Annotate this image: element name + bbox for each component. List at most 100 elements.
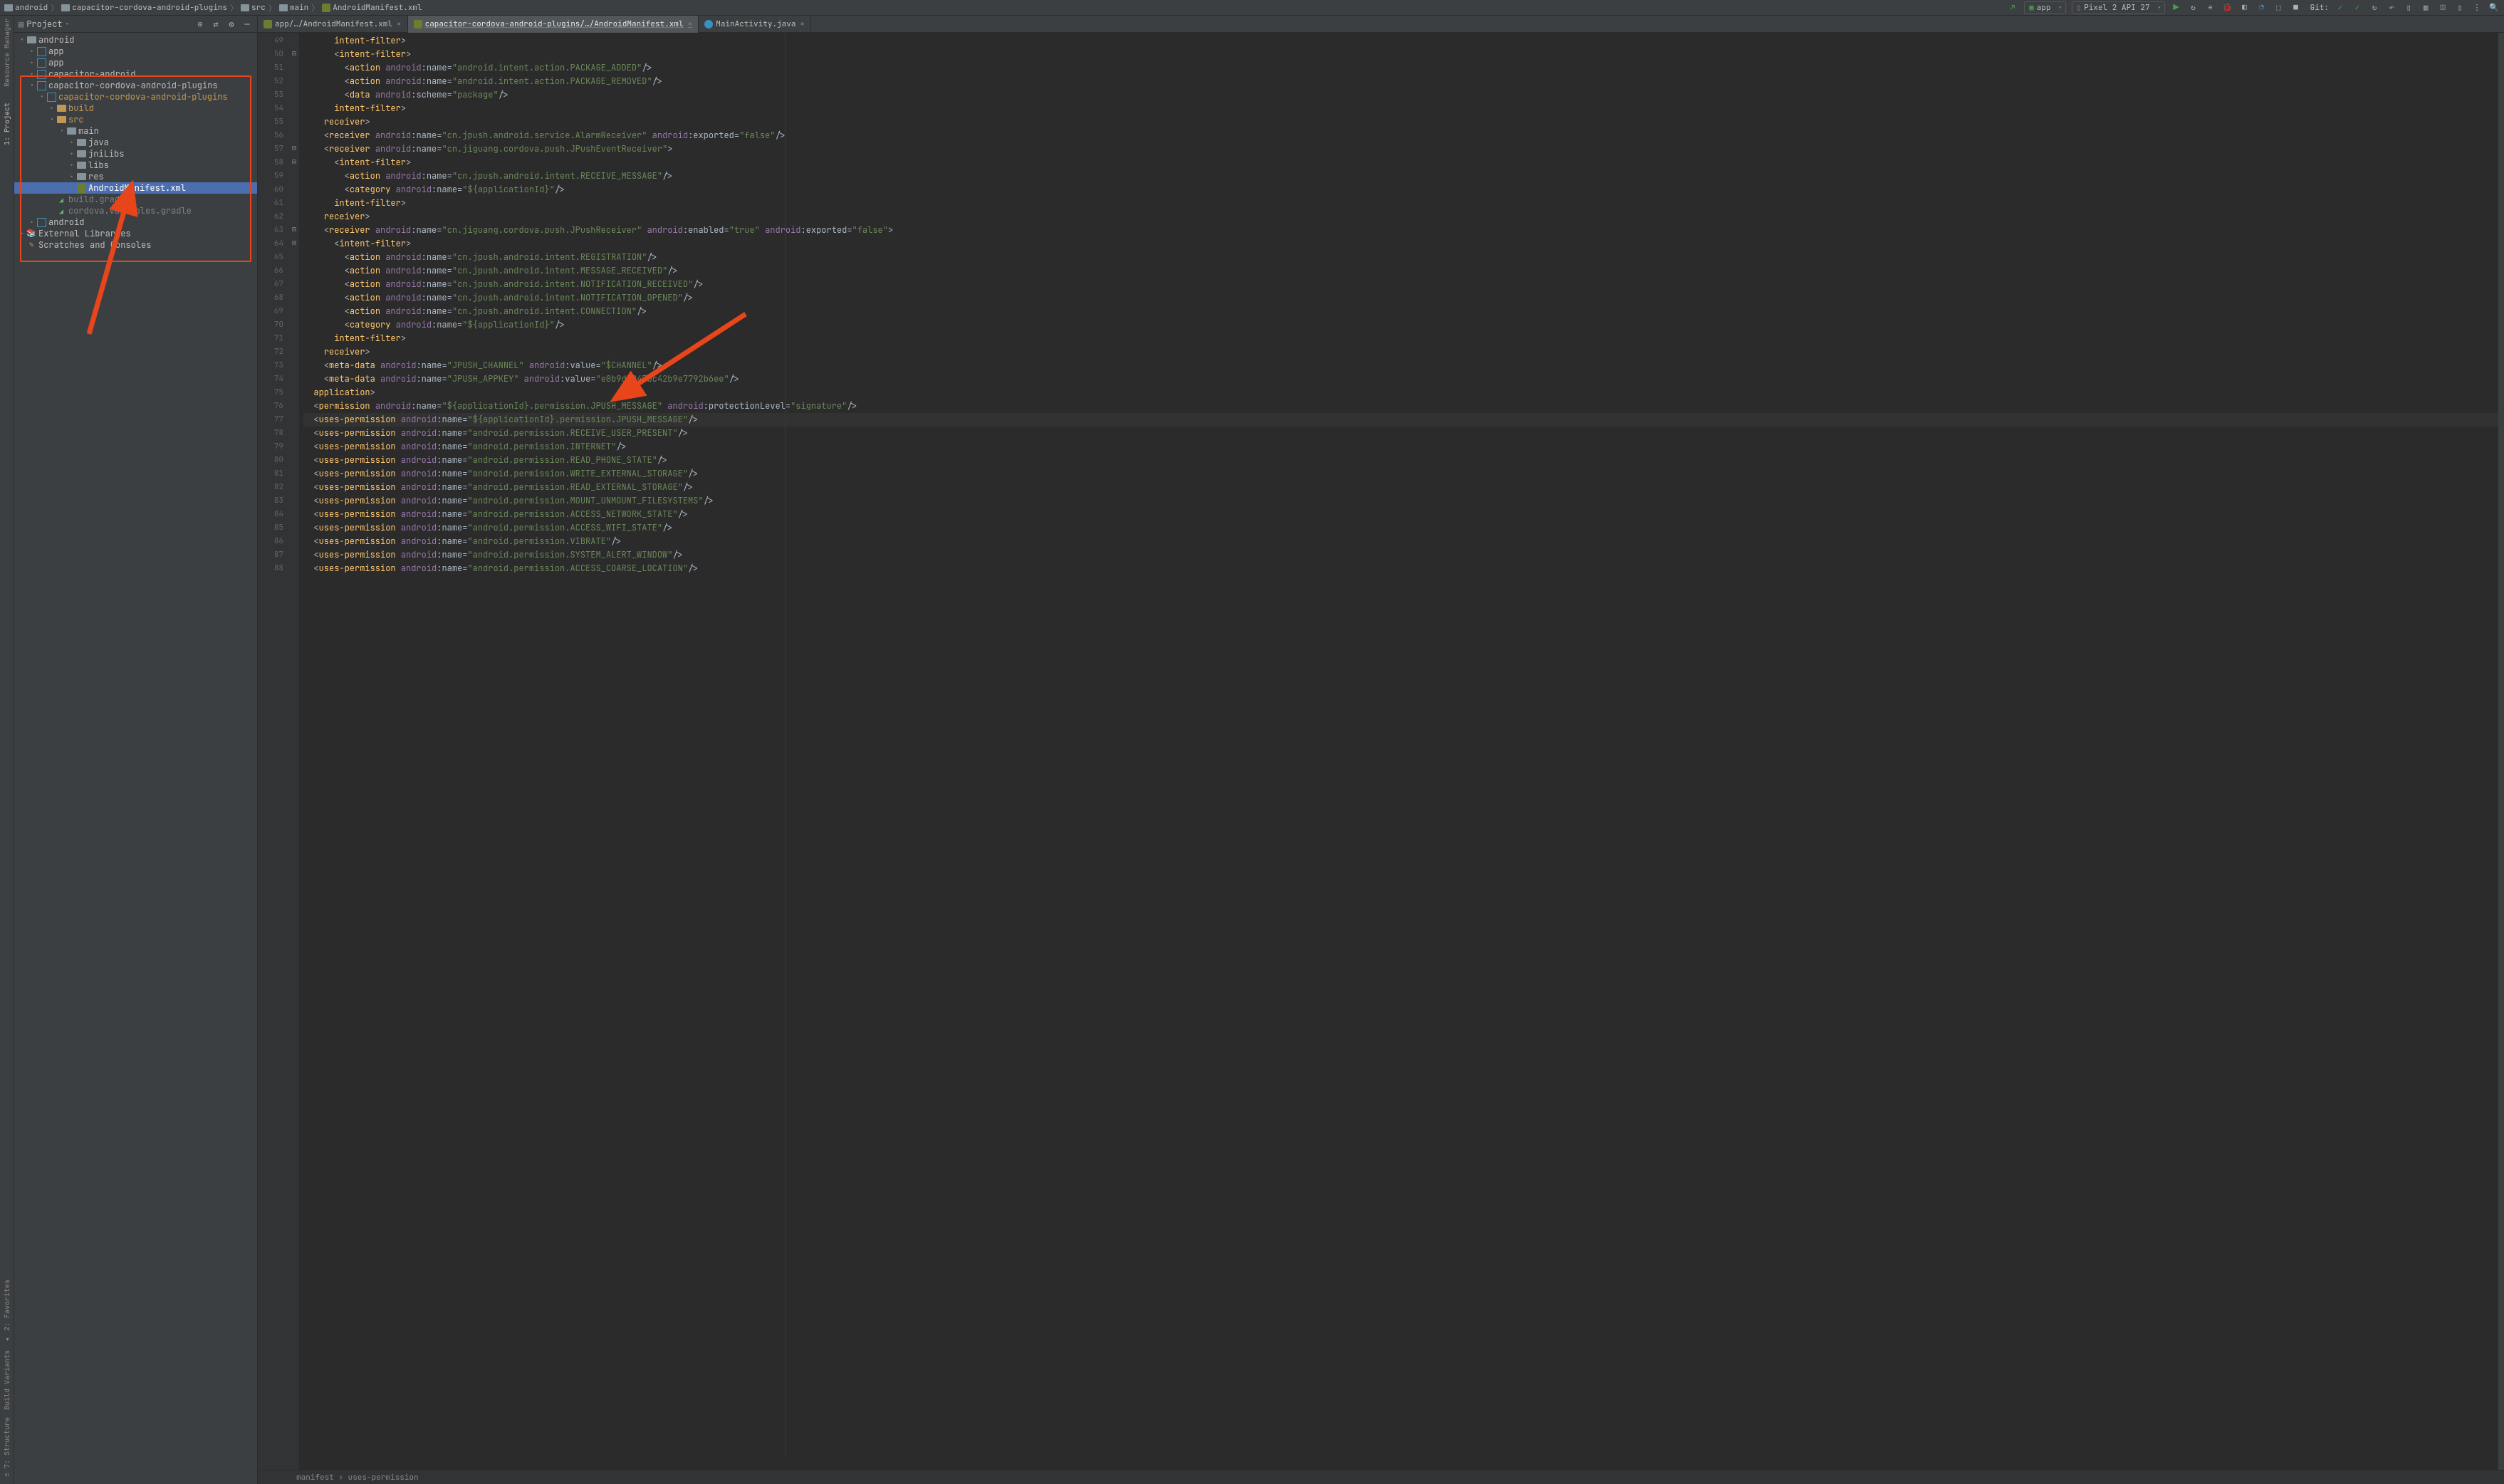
code-line[interactable]: <action android:name="cn.jpush.android.i… bbox=[303, 251, 2504, 264]
breadcrumb-segment[interactable]: capacitor-cordova-android-plugins bbox=[61, 3, 227, 13]
code-line[interactable]: <uses-permission android:name="android.p… bbox=[303, 467, 2504, 481]
sync-icon[interactable]: ↗ bbox=[2007, 2, 2018, 14]
breadcrumb-segment[interactable]: main bbox=[279, 3, 308, 13]
line-number[interactable]: 79 bbox=[258, 440, 283, 454]
run-icon[interactable]: ▶ bbox=[2171, 2, 2182, 14]
code-line[interactable]: <intent-filter> bbox=[303, 48, 2504, 61]
code-line[interactable]: receiver> bbox=[303, 115, 2504, 129]
line-number[interactable]: 71 bbox=[258, 332, 283, 345]
code-line[interactable]: <action android:name="cn.jpush.android.i… bbox=[303, 169, 2504, 183]
breadcrumb-bottom[interactable]: manifest › uses-permission bbox=[258, 1470, 2504, 1484]
code-line[interactable]: <uses-permission android:name="android.p… bbox=[303, 494, 2504, 508]
line-number[interactable]: 66 bbox=[258, 264, 283, 278]
device-select[interactable]: ▯ Pixel 2 API 27 bbox=[2072, 1, 2165, 14]
profile-icon[interactable]: ◔ bbox=[2256, 2, 2268, 14]
search-icon[interactable]: 🔍 bbox=[2488, 2, 2500, 14]
line-number[interactable]: 60 bbox=[258, 183, 283, 197]
more-icon[interactable]: ⋮ bbox=[2471, 2, 2483, 14]
tree-item[interactable]: ▸android bbox=[14, 216, 257, 228]
tree-item[interactable]: cordova.variables.gradle bbox=[14, 205, 257, 216]
line-number[interactable]: 74 bbox=[258, 372, 283, 386]
tree-item[interactable]: ▸capacitor-android bbox=[14, 68, 257, 80]
line-number[interactable]: 55 bbox=[258, 115, 283, 129]
line-number[interactable]: 78 bbox=[258, 427, 283, 440]
tree-expand-icon[interactable]: ▸ bbox=[68, 161, 75, 169]
line-number[interactable]: 84 bbox=[258, 508, 283, 521]
code-line[interactable]: <uses-permission android:name="android.p… bbox=[303, 427, 2504, 440]
tree-item[interactable]: ▸build bbox=[14, 103, 257, 114]
avd-icon[interactable]: ▯ bbox=[2403, 2, 2414, 14]
tree-item[interactable]: ▾capacitor-cordova-android-plugins bbox=[14, 80, 257, 91]
code-line[interactable]: <data android:scheme="package"/> bbox=[303, 88, 2504, 102]
code-line[interactable]: <intent-filter> bbox=[303, 156, 2504, 169]
line-number[interactable]: 51 bbox=[258, 61, 283, 75]
editor-body[interactable]: 4950515253545556575859606162636465666768… bbox=[258, 33, 2504, 1470]
tree-expand-icon[interactable]: ▾ bbox=[38, 93, 46, 101]
tree-item[interactable]: ▸External Libraries bbox=[14, 228, 257, 239]
tree-expand-icon[interactable]: ▸ bbox=[28, 47, 36, 56]
tree-item[interactable]: ▾main bbox=[14, 125, 257, 137]
line-number[interactable]: 50 bbox=[258, 48, 283, 61]
stop-icon[interactable]: ■ bbox=[2290, 2, 2302, 14]
code-line[interactable]: <action android:name="cn.jpush.android.i… bbox=[303, 291, 2504, 305]
debug-icon[interactable]: 🐞 bbox=[2222, 2, 2233, 14]
tree-expand-icon[interactable]: ▾ bbox=[48, 115, 56, 124]
line-number[interactable]: 72 bbox=[258, 345, 283, 359]
line-number[interactable]: 63 bbox=[258, 224, 283, 237]
tree-expand-icon[interactable]: ▸ bbox=[68, 138, 75, 147]
tree-item[interactable]: AndroidManifest.xml bbox=[14, 182, 257, 194]
line-number[interactable]: 57 bbox=[258, 142, 283, 156]
git-history-icon[interactable]: ↻ bbox=[2369, 2, 2380, 14]
editor-tab[interactable]: MainActivity.java× bbox=[699, 16, 811, 33]
code-line[interactable]: <uses-permission android:name="android.p… bbox=[303, 454, 2504, 467]
line-number[interactable]: 88 bbox=[258, 562, 283, 575]
tree-expand-icon[interactable]: ▸ bbox=[19, 229, 26, 238]
tree-expand-icon[interactable]: ▸ bbox=[48, 104, 56, 113]
close-icon[interactable]: × bbox=[800, 19, 805, 29]
editor-tab[interactable]: capacitor-cordova-android-plugins/…/Andr… bbox=[408, 16, 699, 33]
tree-item[interactable]: ▸app bbox=[14, 46, 257, 57]
line-number[interactable]: 53 bbox=[258, 88, 283, 102]
editor-tab[interactable]: app/…/AndroidManifest.xml× bbox=[258, 16, 408, 33]
gear-icon[interactable]: ⚙ bbox=[226, 19, 237, 30]
tree-item[interactable]: ▾android bbox=[14, 34, 257, 46]
code-line[interactable]: <uses-permission android:name="android.p… bbox=[303, 440, 2504, 454]
fold-toggle[interactable]: ⊟ bbox=[289, 141, 299, 155]
code-line[interactable]: <uses-permission android:name="android.p… bbox=[303, 481, 2504, 494]
code-line[interactable]: <category android:name="${applicationId}… bbox=[303, 318, 2504, 332]
code-line[interactable]: <intent-filter> bbox=[303, 237, 2504, 251]
code-line[interactable]: application> bbox=[303, 386, 2504, 399]
fold-toggle[interactable]: ⊟ bbox=[289, 46, 299, 60]
line-number[interactable]: 86 bbox=[258, 535, 283, 548]
tree-item[interactable]: build.gradle bbox=[14, 194, 257, 205]
sdk-icon[interactable]: ▥ bbox=[2420, 2, 2431, 14]
code-line[interactable]: receiver> bbox=[303, 210, 2504, 224]
locate-icon[interactable]: ⊙ bbox=[194, 19, 206, 30]
code-line[interactable]: intent-filter> bbox=[303, 34, 2504, 48]
code-content[interactable]: intent-filter> <intent-filter> <action a… bbox=[299, 33, 2504, 1470]
fold-toggle[interactable]: ⊟ bbox=[289, 236, 299, 249]
scrollbar[interactable] bbox=[2498, 33, 2504, 1470]
strip-favorites[interactable]: ★ 2: Favorites bbox=[2, 1280, 11, 1343]
strip-structure[interactable]: ≡ 7: Structure bbox=[2, 1417, 11, 1477]
apply-code-icon[interactable]: ≡ bbox=[2205, 2, 2216, 14]
line-number[interactable]: 69 bbox=[258, 305, 283, 318]
code-line[interactable]: intent-filter> bbox=[303, 197, 2504, 210]
git-commit-icon[interactable]: ✓ bbox=[2352, 2, 2363, 14]
code-line[interactable]: <uses-permission android:name="android.p… bbox=[303, 562, 2504, 575]
tree-expand-icon[interactable]: ▾ bbox=[19, 36, 26, 44]
tree-expand-icon[interactable]: ▸ bbox=[28, 70, 36, 78]
tree-item[interactable]: ▸res bbox=[14, 171, 257, 182]
line-number[interactable]: 77 bbox=[258, 413, 283, 427]
code-line[interactable]: <action android:name="android.intent.act… bbox=[303, 75, 2504, 88]
line-number[interactable]: 87 bbox=[258, 548, 283, 562]
tree-item[interactable]: Scratches and Consoles bbox=[14, 239, 257, 251]
project-tree[interactable]: ▾android▸app▸app▸capacitor-android▾capac… bbox=[14, 33, 257, 1484]
line-number[interactable]: 80 bbox=[258, 454, 283, 467]
code-line[interactable]: <meta-data android:name="JPUSH_APPKEY" a… bbox=[303, 372, 2504, 386]
close-icon[interactable]: × bbox=[688, 19, 693, 29]
strip-build-variants[interactable]: Build Variants bbox=[2, 1350, 11, 1410]
line-number[interactable]: 76 bbox=[258, 399, 283, 413]
tree-expand-icon[interactable]: ▸ bbox=[28, 58, 36, 67]
code-line[interactable]: <meta-data android:name="JPUSH_CHANNEL" … bbox=[303, 359, 2504, 372]
